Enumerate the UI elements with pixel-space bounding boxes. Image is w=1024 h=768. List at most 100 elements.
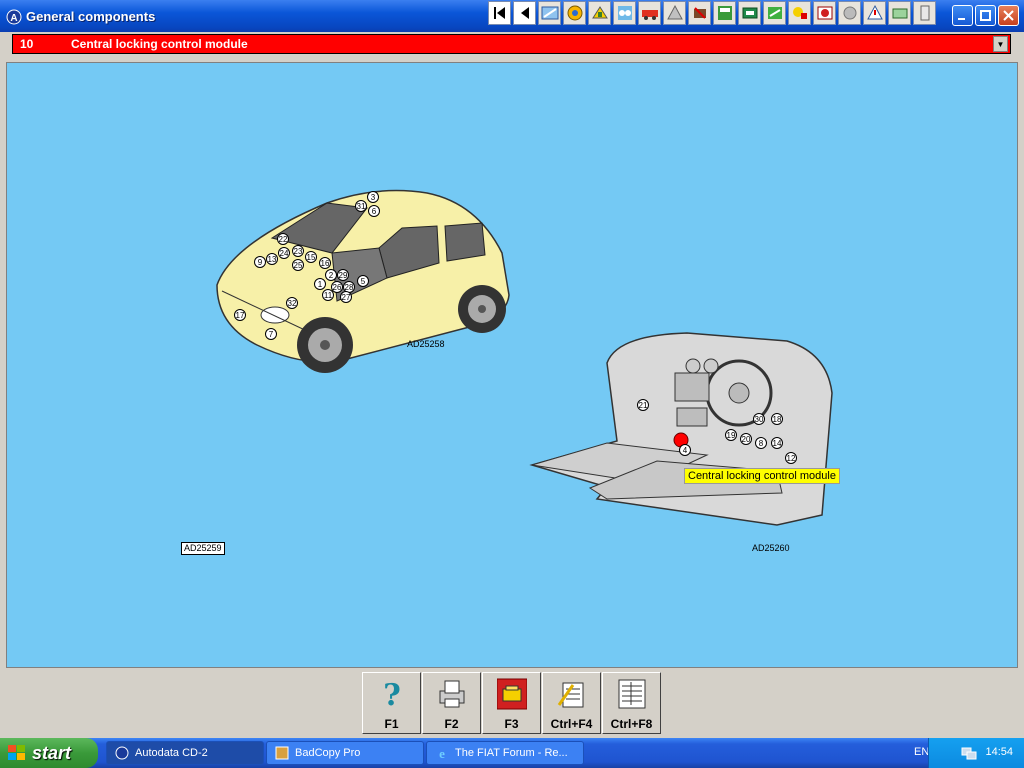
minimize-button[interactable] — [952, 5, 973, 26]
task-fiat-forum[interactable]: e The FIAT Forum - Re... — [426, 741, 584, 765]
car-callout-29[interactable]: 29 — [337, 269, 349, 281]
tool-4-icon[interactable] — [613, 1, 636, 25]
tool-8-icon[interactable] — [713, 1, 736, 25]
module-button[interactable]: F3 — [482, 672, 541, 734]
tool-10-icon[interactable] — [763, 1, 786, 25]
car-callout-2[interactable]: 2 — [325, 269, 337, 281]
tool-16-icon[interactable] — [913, 1, 936, 25]
language-indicator[interactable]: EN — [914, 746, 929, 758]
list-button[interactable]: Ctrl+F8 — [602, 672, 661, 734]
car-callout-13[interactable]: 13 — [266, 253, 278, 265]
toolbar — [488, 1, 938, 27]
car-callout-31[interactable]: 31 — [355, 200, 367, 212]
tool-3-icon[interactable] — [588, 1, 611, 25]
component-tooltip: Central locking control module — [684, 468, 840, 484]
car-callout-16[interactable]: 16 — [319, 257, 331, 269]
dropdown-arrow-icon[interactable]: ▼ — [993, 36, 1008, 52]
task-badcopy[interactable]: BadCopy Pro — [266, 741, 424, 765]
tool-6-icon[interactable] — [663, 1, 686, 25]
component-number: 10 — [20, 37, 34, 51]
component-selector[interactable]: 10 Central locking control module ▼ — [12, 34, 1011, 54]
dash-callout-19[interactable]: 19 — [725, 429, 737, 441]
dash-callout-21[interactable]: 21 — [637, 399, 649, 411]
svg-text:e: e — [439, 746, 445, 760]
network-icon[interactable] — [961, 746, 977, 760]
maximize-button[interactable] — [975, 5, 996, 26]
help-button[interactable]: ? F1 — [362, 672, 421, 734]
component-name: Central locking control module — [71, 37, 248, 51]
car-callout-27[interactable]: 27 — [340, 291, 352, 303]
window-title: General components — [26, 9, 156, 24]
list-label: Ctrl+F8 — [610, 717, 653, 731]
car-callout-6[interactable]: 6 — [368, 205, 380, 217]
close-button[interactable] — [998, 5, 1019, 26]
car-callout-23[interactable]: 23 — [292, 245, 304, 257]
list-icon — [618, 679, 646, 709]
task-fiat-forum-label: The FIAT Forum - Re... — [455, 747, 568, 759]
diagram-ref-box: AD25259 — [181, 542, 225, 555]
print-label: F2 — [444, 717, 459, 731]
car-callout-7[interactable]: 7 — [265, 328, 277, 340]
edit-notes-button[interactable]: Ctrl+F4 — [542, 672, 601, 734]
task-badcopy-label: BadCopy Pro — [295, 747, 361, 759]
tool-9-icon[interactable] — [738, 1, 761, 25]
task-autodata-label: Autodata CD-2 — [135, 747, 208, 759]
dash-callout-30[interactable]: 30 — [753, 413, 765, 425]
tool-14-icon[interactable] — [863, 1, 886, 25]
tool-13-icon[interactable] — [838, 1, 861, 25]
tool-7-icon[interactable] — [688, 1, 711, 25]
dash-callout-8[interactable]: 8 — [755, 437, 767, 449]
title-bar: A General components — [0, 0, 1024, 32]
module-label: F3 — [504, 717, 519, 731]
internet-explorer-icon: e — [439, 746, 445, 760]
tool-5-icon[interactable] — [638, 1, 661, 25]
dash-callout-18[interactable]: 18 — [771, 413, 783, 425]
tool-12-icon[interactable] — [813, 1, 836, 25]
first-page-icon[interactable] — [488, 1, 511, 25]
car-callout-24[interactable]: 24 — [278, 247, 290, 259]
tool-15-icon[interactable] — [888, 1, 911, 25]
dash-callout-20[interactable]: 20 — [740, 433, 752, 445]
windows-logo-icon — [8, 745, 25, 760]
print-icon — [439, 680, 465, 708]
dash-callout-12[interactable]: 12 — [785, 452, 797, 464]
autodata-icon — [115, 746, 129, 760]
edit-notes-label: Ctrl+F4 — [550, 717, 593, 731]
car-callout-5[interactable]: 5 — [357, 275, 369, 287]
car-callout-15[interactable]: 15 — [305, 251, 317, 263]
help-icon: ? — [383, 678, 401, 711]
tool-2-icon[interactable] — [563, 1, 586, 25]
car-callout-9[interactable]: 9 — [254, 256, 266, 268]
car-callout-1[interactable]: 1 — [314, 278, 326, 290]
start-button[interactable]: start — [0, 738, 98, 768]
car-callout-3[interactable]: 3 — [367, 191, 379, 203]
car-callout-25[interactable]: 25 — [292, 259, 304, 271]
car-callout-22[interactable]: 22 — [277, 233, 289, 245]
function-key-bar: ? F1 F2 F3 Ctrl+F4 Ctrl+F8 — [0, 668, 1024, 736]
print-button[interactable]: F2 — [422, 672, 481, 734]
app-icon: A — [6, 9, 22, 25]
dashboard-illustration — [529, 332, 833, 526]
taskbar: start Autodata CD-2 BadCopy Pro e The FI… — [0, 738, 1024, 768]
car-callout-32[interactable]: 32 — [286, 297, 298, 309]
diagram-canvas: 3 31 6 22 23 24 13 9 15 16 25 2 29 1 26 28 5 11 27 32 17 7 21… — [6, 62, 1018, 668]
car-callout-11[interactable]: 11 — [322, 289, 334, 301]
edit-notes-icon — [557, 682, 584, 708]
tool-1-icon[interactable] — [538, 1, 561, 25]
dash-ref-label: AD25260 — [752, 543, 790, 553]
badcopy-icon — [275, 746, 289, 760]
dash-callout-4[interactable]: 4 — [679, 444, 691, 456]
start-label: start — [32, 742, 72, 763]
tool-11-icon[interactable] — [788, 1, 811, 25]
diagram-svg — [216, 189, 833, 526]
clock: 14:54 — [985, 746, 1013, 758]
svg-text:A: A — [10, 13, 17, 24]
module-icon — [497, 678, 527, 710]
car-ref-label: AD25258 — [407, 339, 445, 349]
car-callout-17[interactable]: 17 — [234, 309, 246, 321]
system-tray: 14:54 — [928, 738, 1024, 768]
previous-page-icon[interactable] — [513, 1, 536, 25]
svg-text:?: ? — [383, 678, 401, 711]
task-autodata[interactable]: Autodata CD-2 — [106, 741, 264, 765]
dash-callout-14[interactable]: 14 — [771, 437, 783, 449]
